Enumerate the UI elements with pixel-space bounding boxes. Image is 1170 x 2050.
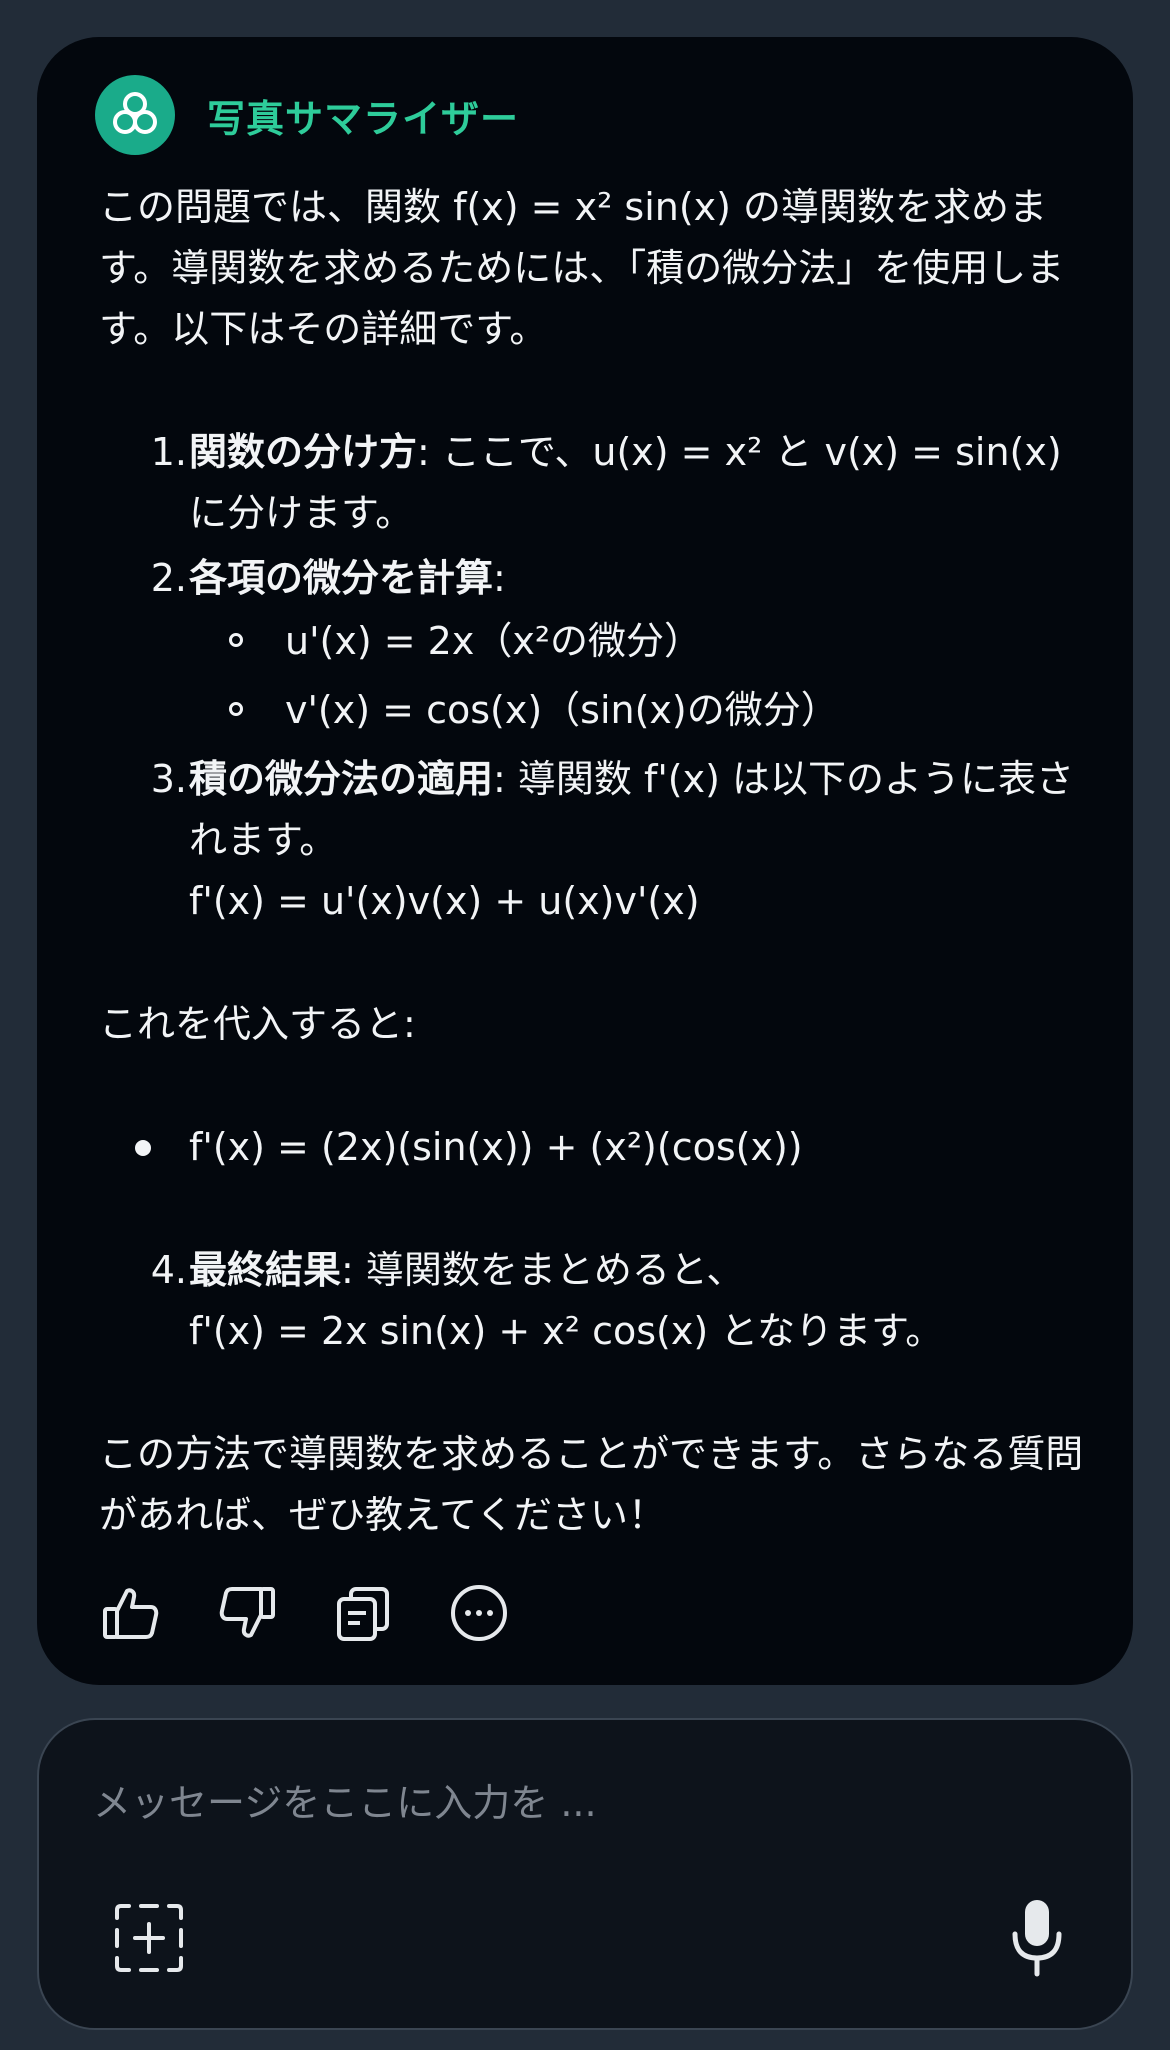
steps-list: 1. 関数の分け方: ここで、u(x) = x² と v(x) = sin(x) … — [99, 422, 1109, 932]
final-step-list: 4. 最終結果: 導関数をまとめると、 f'(x) = 2x sin(x) + x… — [99, 1240, 1109, 1362]
result-item: f'(x) = (2x)(sin(x)) + (x²)(cos(x)) — [99, 1117, 1109, 1178]
step-number: 2. — [150, 556, 187, 600]
formula: f'(x) = 2x sin(x) + x² cos(x) となります。 — [189, 1309, 944, 1353]
message-input[interactable] — [91, 1770, 1075, 1836]
more-icon — [451, 1585, 507, 1641]
step-item-2: 2. 各項の微分を計算: u'(x) = 2x（x²の微分） v'(x) = co… — [99, 548, 1109, 741]
step-number: 4. — [150, 1248, 187, 1292]
more-button[interactable] — [447, 1581, 511, 1645]
message-actions — [99, 1581, 563, 1645]
thumbs-down-icon — [219, 1587, 275, 1638]
step-item-3: 3. 積の微分法の適用: 導関数 f'(x) は以下のように表されます。 f'(x… — [99, 749, 1109, 932]
step-text: : — [493, 556, 506, 600]
chat-message-card: 写真サマライザー この問題では、関数 f(x) = x² sin(x) の導関数… — [37, 37, 1133, 1685]
copy-button[interactable] — [331, 1581, 395, 1645]
message-composer — [37, 1718, 1133, 2030]
microphone-icon — [1012, 1900, 1062, 1977]
message-header: 写真サマライザー — [95, 75, 519, 155]
step-title: 関数の分け方 — [189, 430, 418, 474]
intro-paragraph: この問題では、関数 f(x) = x² sin(x) の導関数を求めます。導関数… — [99, 185, 1065, 351]
step-title: 各項の微分を計算 — [189, 556, 494, 600]
step-item-4: 4. 最終結果: 導関数をまとめると、 f'(x) = 2x sin(x) + x… — [99, 1240, 1109, 1362]
step-number: 3. — [150, 757, 187, 801]
copy-icon — [337, 1587, 389, 1641]
circle-bullet-icon — [229, 633, 243, 647]
add-image-button[interactable] — [113, 1902, 185, 1974]
thumbs-down-button[interactable] — [215, 1581, 279, 1645]
step-number: 1. — [150, 430, 187, 474]
app-title: 写真サマライザー — [207, 96, 520, 141]
step-title: 積の微分法の適用 — [189, 757, 494, 801]
step-text: : 導関数をまとめると、 — [341, 1248, 745, 1292]
app-logo-icon — [95, 75, 175, 155]
outro-paragraph: この方法で導関数を求めることができます。さらなる質問があれば、ぜひ教えてください… — [99, 1432, 1084, 1537]
result-list: f'(x) = (2x)(sin(x)) + (x²)(cos(x)) — [99, 1117, 1109, 1178]
bullet-icon — [135, 1140, 151, 1156]
sub-list-item: u'(x) = 2x（x²の微分） — [189, 611, 1109, 672]
formula: f'(x) = u'(x)v(x) + u(x)v'(x) — [189, 879, 700, 923]
message-content: この問題では、関数 f(x) = x² sin(x) の導関数を求めます。導関数… — [99, 177, 1109, 1546]
microphone-button[interactable] — [1009, 1896, 1065, 1978]
substitution-text: これを代入すると: — [99, 1002, 416, 1046]
step-title: 最終結果 — [189, 1248, 342, 1292]
step-item-1: 1. 関数の分け方: ここで、u(x) = x² と v(x) = sin(x) … — [99, 422, 1109, 544]
thumbs-up-icon — [103, 1588, 159, 1639]
add-image-icon — [115, 1904, 183, 1972]
sub-list-item: v'(x) = cos(x)（sin(x)の微分） — [189, 680, 1109, 741]
sub-list: u'(x) = 2x（x²の微分） v'(x) = cos(x)（sin(x)の… — [189, 611, 1109, 741]
thumbs-up-button[interactable] — [99, 1581, 163, 1645]
circle-bullet-icon — [229, 702, 243, 716]
